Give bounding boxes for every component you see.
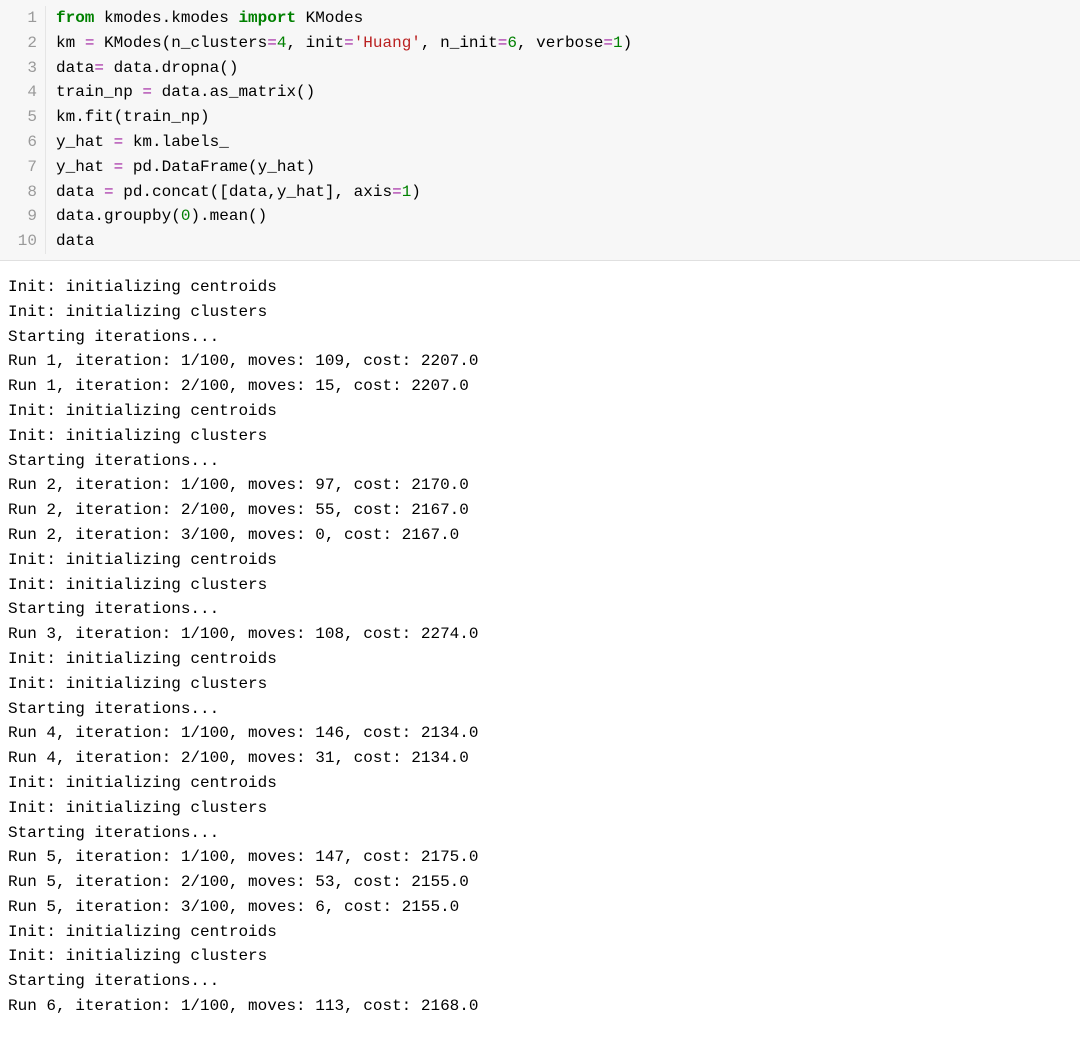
output-line: Run 4, iteration: 1/100, moves: 146, cos… [8,721,1072,746]
code-token-name: train_np [56,83,142,101]
output-line: Run 2, iteration: 1/100, moves: 97, cost… [8,473,1072,498]
output-line: Run 2, iteration: 2/100, moves: 55, cost… [8,498,1072,523]
code-line[interactable]: y_hat = km.labels_ [56,130,632,155]
code-line[interactable]: from kmodes.kmodes import KModes [56,6,632,31]
code-token-operator: = [94,59,104,77]
code-token-keyword: from [56,9,94,27]
code-token-name: data [56,183,104,201]
output-line: Run 1, iteration: 2/100, moves: 15, cost… [8,374,1072,399]
output-line: Starting iterations... [8,597,1072,622]
line-number: 10 [0,229,37,254]
output-line: Starting iterations... [8,325,1072,350]
code-line[interactable]: data.groupby(0).mean() [56,204,632,229]
code-token-operator: = [267,34,277,52]
output-line: Init: initializing centroids [8,275,1072,300]
code-token-number: 6 [507,34,517,52]
code-token-operator: = [603,34,613,52]
code-line[interactable]: data= data.dropna() [56,56,632,81]
code-token-name: , verbose [517,34,603,52]
code-token-name: data [56,232,94,250]
code-token-keyword: import [238,9,296,27]
line-number: 1 [0,6,37,31]
output-line: Run 2, iteration: 3/100, moves: 0, cost:… [8,523,1072,548]
code-token-operator: = [392,183,402,201]
output-line: Init: initializing clusters [8,424,1072,449]
output-line: Run 5, iteration: 2/100, moves: 53, cost… [8,870,1072,895]
code-token-name: ) [411,183,421,201]
code-token-name: km.fit(train_np) [56,108,210,126]
code-token-name: km [56,34,85,52]
code-token-operator: = [114,133,124,151]
output-line: Init: initializing centroids [8,920,1072,945]
code-token-name: ).mean() [190,207,267,225]
output-line: Run 4, iteration: 2/100, moves: 31, cost… [8,746,1072,771]
code-token-name: data.dropna() [104,59,238,77]
output-line: Run 5, iteration: 1/100, moves: 147, cos… [8,845,1072,870]
code-line[interactable]: km.fit(train_np) [56,105,632,130]
line-number: 8 [0,180,37,205]
output-line: Init: initializing clusters [8,573,1072,598]
output-line: Init: initializing centroids [8,647,1072,672]
code-input-cell[interactable]: 12345678910 from kmodes.kmodes import KM… [0,0,1080,261]
code-token-name: KModes(n_clusters [94,34,267,52]
line-number: 9 [0,204,37,229]
output-line: Starting iterations... [8,821,1072,846]
output-line: Run 3, iteration: 1/100, moves: 108, cos… [8,622,1072,647]
code-token-name: y_hat [56,133,114,151]
code-line[interactable]: data [56,229,632,254]
line-number-gutter: 12345678910 [0,6,46,254]
output-line: Starting iterations... [8,969,1072,994]
output-line: Run 6, iteration: 1/100, moves: 113, cos… [8,994,1072,1019]
output-line: Run 1, iteration: 1/100, moves: 109, cos… [8,349,1072,374]
code-token-name: pd.DataFrame(y_hat) [123,158,315,176]
code-token-name: y_hat [56,158,114,176]
code-token-operator: = [104,183,114,201]
output-line: Init: initializing centroids [8,548,1072,573]
output-line: Init: initializing clusters [8,796,1072,821]
output-line: Init: initializing centroids [8,771,1072,796]
code-token-name: data [56,59,94,77]
line-number: 5 [0,105,37,130]
code-token-name: KModes [296,9,363,27]
code-token-operator: = [142,83,152,101]
code-token-name: ) [623,34,633,52]
output-line: Init: initializing clusters [8,944,1072,969]
code-line[interactable]: km = KModes(n_clusters=4, init='Huang', … [56,31,632,56]
code-token-operator: = [344,34,354,52]
output-line: Run 5, iteration: 3/100, moves: 6, cost:… [8,895,1072,920]
code-output-cell: Init: initializing centroidsInit: initia… [0,261,1080,1027]
code-token-name: pd.concat([data,y_hat], axis [114,183,392,201]
code-token-name: , n_init [421,34,498,52]
line-number: 2 [0,31,37,56]
line-number: 7 [0,155,37,180]
code-token-name: km.labels_ [123,133,229,151]
code-token-string: 'Huang' [354,34,421,52]
output-line: Init: initializing centroids [8,399,1072,424]
code-body[interactable]: from kmodes.kmodes import KModeskm = KMo… [46,6,632,254]
code-token-number: 0 [181,207,191,225]
code-token-name: data.groupby( [56,207,181,225]
line-number: 3 [0,56,37,81]
code-line[interactable]: data = pd.concat([data,y_hat], axis=1) [56,180,632,205]
code-token-operator: = [85,34,95,52]
line-number: 4 [0,80,37,105]
output-line: Starting iterations... [8,449,1072,474]
output-line: Starting iterations... [8,697,1072,722]
code-token-operator: = [114,158,124,176]
code-line[interactable]: y_hat = pd.DataFrame(y_hat) [56,155,632,180]
output-line: Init: initializing clusters [8,672,1072,697]
code-line[interactable]: train_np = data.as_matrix() [56,80,632,105]
output-line: Init: initializing clusters [8,300,1072,325]
line-number: 6 [0,130,37,155]
code-token-number: 1 [402,183,412,201]
code-token-number: 1 [613,34,623,52]
code-token-name: kmodes.kmodes [94,9,238,27]
code-token-operator: = [498,34,508,52]
code-token-name: data.as_matrix() [152,83,315,101]
code-token-name: , init [286,34,344,52]
